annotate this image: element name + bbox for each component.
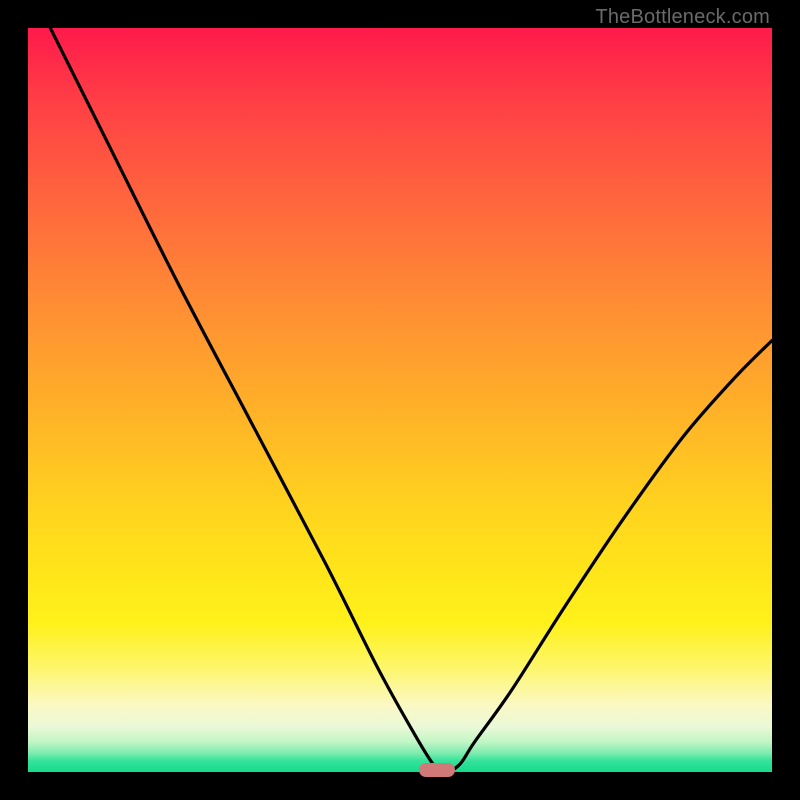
attribution-text: TheBottleneck.com xyxy=(595,6,770,29)
plot-area xyxy=(28,28,772,772)
optimal-marker xyxy=(419,763,455,777)
chart-frame: TheBottleneck.com xyxy=(0,0,800,800)
bottleneck-curve xyxy=(28,28,772,772)
